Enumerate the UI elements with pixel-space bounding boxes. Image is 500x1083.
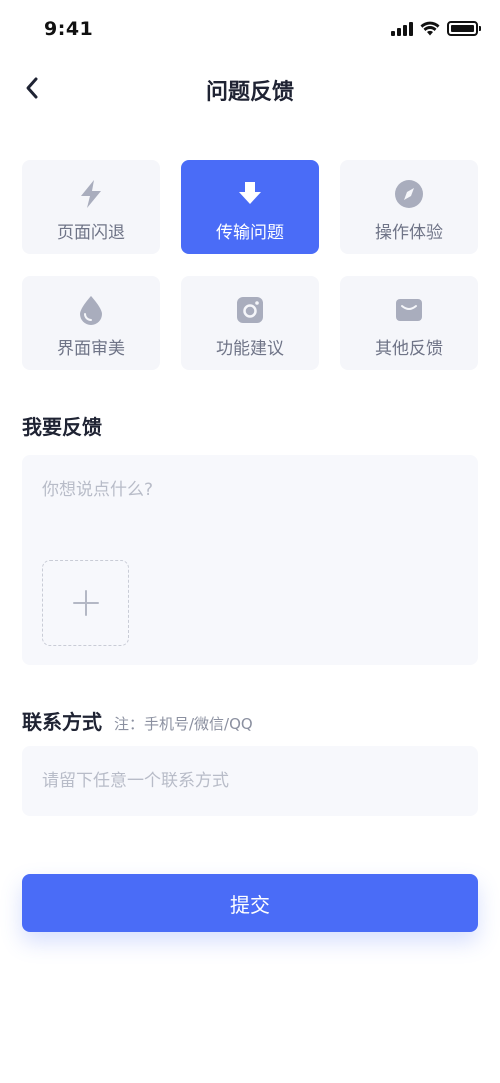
category-tile-crash[interactable]: 页面闪退: [22, 160, 160, 254]
status-time: 9:41: [44, 18, 94, 40]
status-icons: [391, 21, 481, 36]
category-label: 其他反馈: [375, 339, 443, 359]
nav-bar: 问题反馈: [0, 62, 500, 114]
image-upload-button[interactable]: [42, 560, 129, 646]
contact-note: 注：手机号/微信/QQ: [114, 715, 253, 733]
category-tile-experience[interactable]: 操作体验: [340, 160, 478, 254]
signal-icon: [391, 21, 413, 36]
category-tile-ui[interactable]: 界面审美: [22, 276, 160, 370]
feedback-title: 我要反馈: [22, 415, 102, 439]
wifi-icon: [420, 21, 440, 36]
status-bar: 9:41: [0, 0, 500, 62]
category-tile-suggestion[interactable]: 功能建议: [181, 276, 319, 370]
feedback-input[interactable]: [22, 455, 478, 545]
category-label: 页面闪退: [57, 223, 125, 243]
battery-icon: [447, 21, 481, 36]
category-label: 传输问题: [216, 223, 284, 243]
category-label: 界面审美: [57, 339, 125, 359]
feedback-screen: 9:41 问题反馈 页面闪退 传输问题 操作体验 界面审美 功能建议 其他反馈 …: [0, 0, 500, 1083]
contact-header: 联系方式 注：手机号/微信/QQ: [22, 706, 253, 735]
category-tile-transfer[interactable]: 传输问题: [181, 160, 319, 254]
category-tile-other[interactable]: 其他反馈: [340, 276, 478, 370]
category-grid: 页面闪退 传输问题 操作体验 界面审美 功能建议 其他反馈: [22, 160, 478, 370]
plus-icon: [72, 590, 99, 616]
mail-icon: [393, 294, 425, 326]
submit-button[interactable]: 提交: [22, 874, 478, 932]
contact-input[interactable]: [22, 746, 478, 816]
category-label: 操作体验: [375, 223, 443, 243]
camera-icon: [234, 294, 266, 326]
contact-title: 联系方式: [22, 710, 102, 734]
droplet-icon: [75, 294, 107, 326]
category-label: 功能建议: [216, 339, 284, 359]
download-arrow-icon: [234, 178, 266, 210]
page-title: 问题反馈: [205, 80, 294, 105]
lightning-icon: [75, 178, 107, 210]
compass-icon: [393, 178, 425, 210]
feedback-box: [22, 455, 478, 665]
